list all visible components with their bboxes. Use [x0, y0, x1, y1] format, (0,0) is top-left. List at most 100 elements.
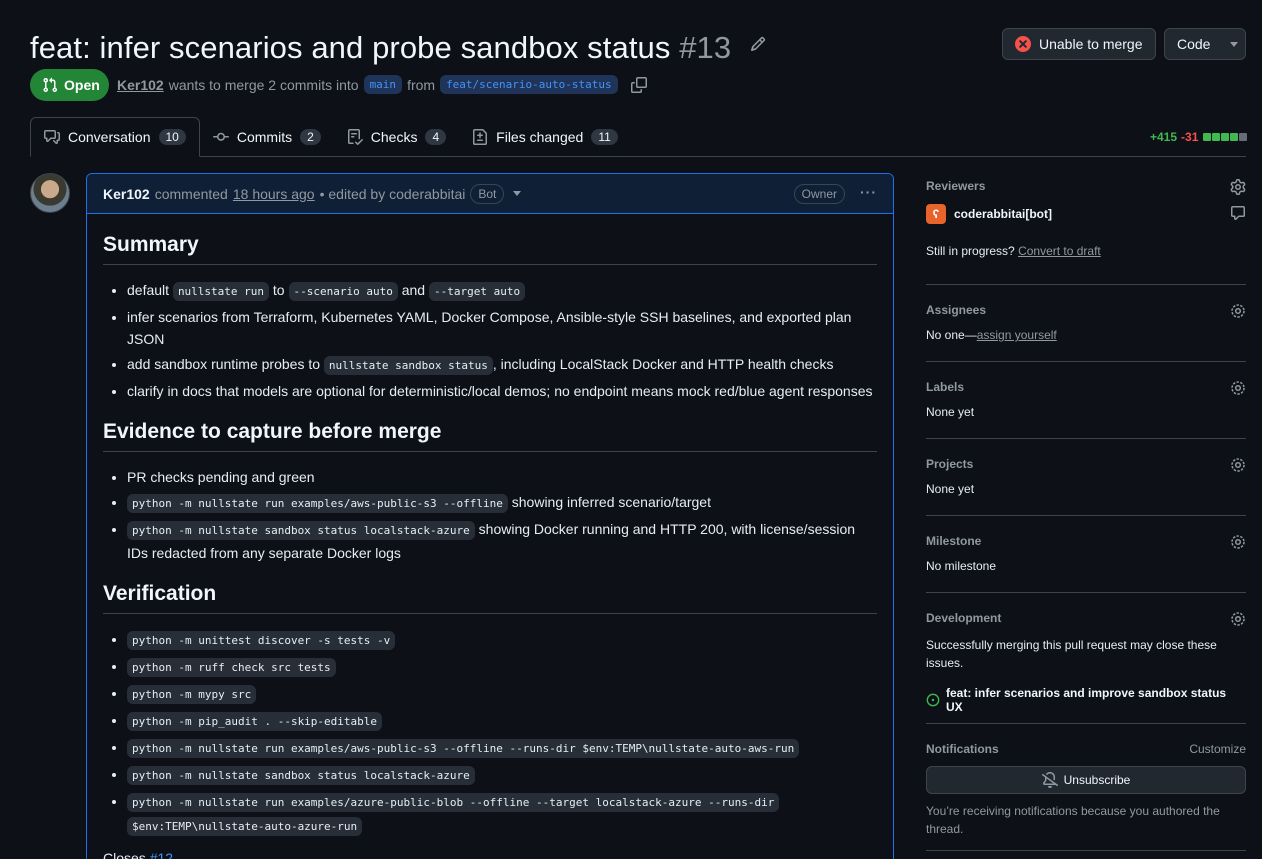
assign-yourself-link[interactable]: assign yourself [977, 328, 1057, 342]
inline-code: nullstate sandbox status [323, 356, 493, 375]
list-item: python -m mypy src [127, 682, 877, 706]
closes-line: Closes #12 [103, 850, 877, 859]
draft-line: Still in progress? Convert to draft [926, 244, 1246, 258]
inline-code: python -m unittest discover -s tests -v [127, 631, 396, 650]
gear-icon[interactable] [1230, 611, 1246, 627]
diffstat-square [1212, 133, 1221, 141]
pencil-icon[interactable] [750, 24, 766, 60]
edited-by[interactable]: • edited by coderabbitai [320, 186, 466, 202]
closes-issue-link[interactable]: #12 [150, 850, 173, 859]
projects-heading[interactable]: Projects [926, 457, 1246, 471]
tab-commits-label: Commits [236, 129, 293, 145]
list-item: python -m nullstate run examples/azure-p… [127, 790, 877, 838]
gear-icon[interactable] [1230, 303, 1246, 319]
tab-commits-count: 2 [300, 129, 321, 145]
gear-icon[interactable] [1230, 534, 1246, 550]
linked-issue[interactable]: feat: infer scenarios and improve sandbo… [926, 686, 1246, 714]
tab-files-changed-label: Files changed [496, 129, 584, 145]
divider [926, 723, 1246, 724]
milestone-section: Milestone No milestone [926, 534, 1246, 573]
tab-checks-label: Checks [370, 129, 418, 145]
tab-checks[interactable]: Checks 4 [334, 117, 459, 157]
comment-header: Ker102 commented 18 hours ago • edited b… [87, 174, 893, 214]
evidence-heading: Evidence to capture before merge [103, 420, 877, 452]
unable-to-merge-button[interactable]: Unable to merge [1002, 28, 1156, 60]
convert-to-draft-link[interactable]: Convert to draft [1018, 244, 1101, 258]
tab-checks-count: 4 [425, 129, 447, 145]
milestone-heading[interactable]: Milestone [926, 534, 1246, 548]
pull-request-icon [43, 77, 58, 93]
head-branch[interactable]: feat/scenario-auto-status [440, 75, 618, 94]
comment-timestamp[interactable]: 18 hours ago [233, 186, 315, 202]
base-branch[interactable]: main [363, 75, 403, 94]
divider [926, 284, 1246, 285]
chevron-down-icon [1230, 41, 1239, 47]
code-label: Code [1177, 36, 1211, 52]
tab-conversation[interactable]: Conversation 10 [30, 117, 200, 157]
gear-icon[interactable] [1230, 457, 1246, 473]
verification-heading: Verification [103, 582, 877, 614]
assignees-heading[interactable]: Assignees [926, 303, 1246, 317]
bell-slash-icon [1041, 772, 1058, 788]
edit-history-chevron-icon[interactable] [513, 191, 522, 196]
list-item: add sandbox runtime probes to nullstate … [127, 353, 877, 377]
coderabbit-avatar-icon: ʕ [926, 204, 946, 224]
tab-commits[interactable]: Commits 2 [200, 117, 334, 157]
inline-code: python -m nullstate run examples/azure-p… [127, 793, 780, 812]
diffstat-square [1221, 133, 1230, 141]
inline-code: nullstate run [172, 282, 270, 301]
linked-issue-title[interactable]: feat: infer scenarios and improve sandbo… [946, 686, 1246, 714]
comment-body: Summary default nullstate run to --scena… [87, 233, 893, 859]
list-item: clarify in docs that models are optional… [127, 380, 877, 402]
development-heading[interactable]: Development [926, 611, 1246, 625]
code-button[interactable]: Code [1164, 28, 1246, 60]
issue-open-icon [926, 693, 940, 707]
author-link[interactable]: Ker102 [117, 77, 164, 93]
kebab-menu-icon[interactable]: ··· [860, 184, 877, 200]
copy-icon[interactable] [630, 76, 647, 93]
list-item: python -m nullstate run examples/aws-pub… [127, 491, 877, 515]
comment-icon[interactable] [1230, 205, 1246, 221]
comment-author[interactable]: Ker102 [103, 186, 150, 202]
inline-code: --scenario auto [288, 282, 398, 301]
summary-heading: Summary [103, 233, 877, 265]
divider [926, 515, 1246, 516]
inline-code: --target auto [428, 282, 526, 301]
list-item: python -m pip_audit . --skip-editable [127, 709, 877, 733]
merge-text: wants to merge 2 commits into [168, 76, 359, 93]
file-diff-icon [473, 129, 488, 145]
list-item: python -m nullstate run examples/aws-pub… [127, 736, 877, 760]
labels-section: Labels None yet [926, 380, 1246, 419]
pr-title: feat: infer scenarios and probe sandbox … [30, 24, 766, 66]
diffstat-square [1230, 133, 1239, 141]
tab-files-changed[interactable]: Files changed 11 [459, 117, 631, 157]
inline-code: python -m pip_audit . --skip-editable [127, 712, 383, 731]
list-text: to [272, 282, 285, 298]
pr-meta: Ker102 wants to merge 2 commits into mai… [117, 75, 647, 94]
unable-to-merge-label: Unable to merge [1039, 36, 1143, 52]
notifications-note: You’re receiving notifications because y… [926, 804, 1220, 836]
gear-icon[interactable] [1230, 380, 1246, 396]
avatar[interactable] [30, 173, 70, 213]
reviewer-row[interactable]: ʕ coderabbitai[bot] [926, 204, 1246, 224]
reviewer-name[interactable]: coderabbitai[bot] [954, 207, 1052, 221]
milestone-text: No milestone [926, 559, 997, 573]
assignees-text: No one— [926, 328, 977, 342]
commit-icon [212, 132, 229, 141]
unsubscribe-label: Unsubscribe [1063, 773, 1131, 787]
list-item: python -m nullstate sandbox status local… [127, 763, 877, 787]
list-text: and [401, 282, 426, 298]
labels-heading[interactable]: Labels [926, 380, 1246, 394]
comment-action: commented [154, 185, 228, 202]
reviewers-heading: Reviewers [926, 179, 986, 193]
gear-icon[interactable] [1230, 179, 1246, 195]
reviewers-section: Reviewers ʕ coderabbitai[bot] Still in p… [926, 179, 1246, 258]
diffstat-square [1203, 133, 1212, 141]
status-label: Open [64, 77, 100, 93]
customize-link[interactable]: Customize [1189, 742, 1246, 756]
status-badge: Open [30, 69, 109, 101]
closes-text: Closes [103, 850, 146, 859]
unsubscribe-button[interactable]: Unsubscribe [926, 766, 1246, 794]
lines-added: +415 [1150, 130, 1178, 144]
from-text: from [407, 76, 436, 93]
